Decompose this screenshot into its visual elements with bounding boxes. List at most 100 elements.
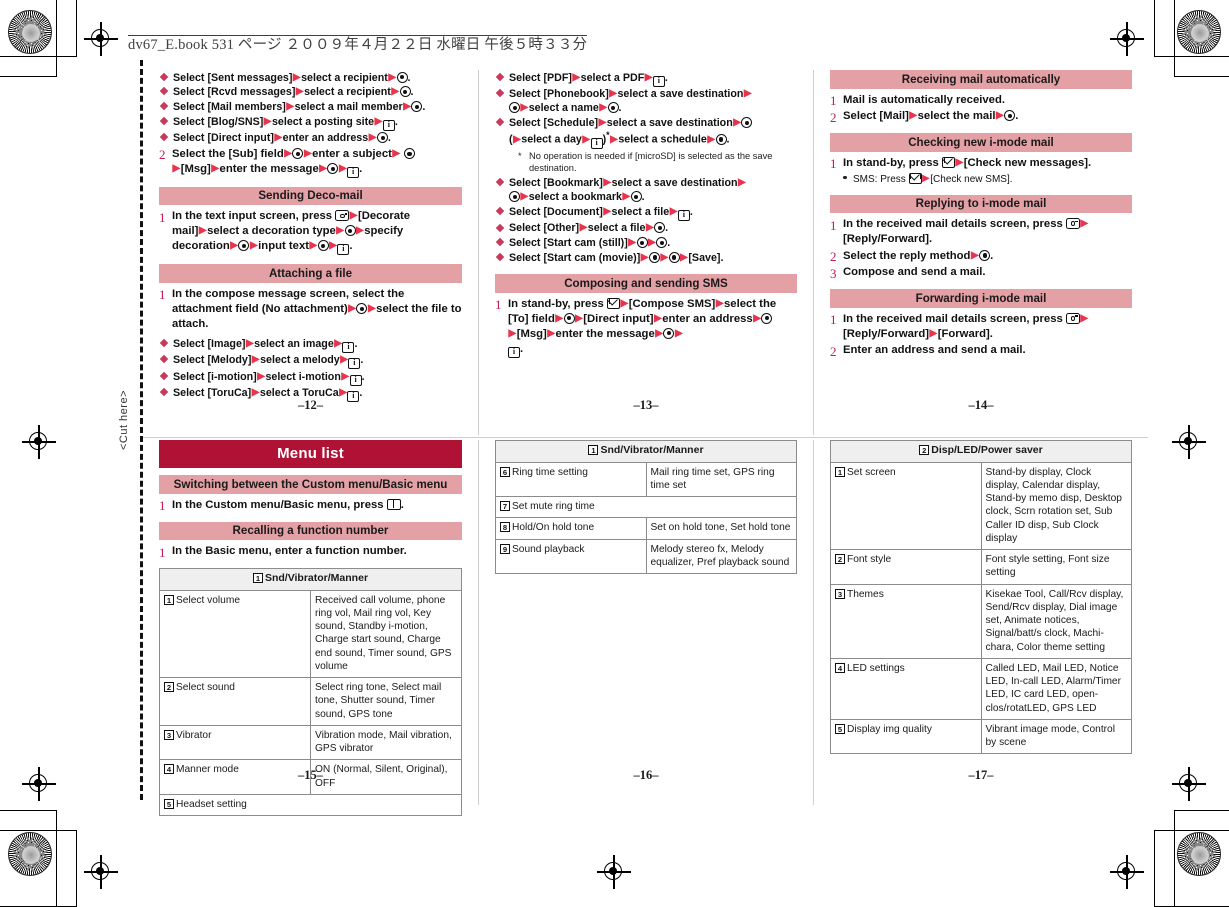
table-cell-key: 9 Sound playback (495, 538, 647, 575)
table-row: 9 Sound playback Melody stereo fx, Melody… (495, 538, 797, 575)
arrow-icon: ▶ (251, 354, 260, 366)
table-cell-value: Vibrant image mode, Control by scene (980, 718, 1132, 755)
arrow-icon: ▶ (640, 251, 649, 263)
bullet-start-cam-movie: Select [Start cam (movie)]▶ ▶ ▶[Save]. (495, 251, 797, 265)
arrow-icon: ▶ (644, 71, 653, 83)
select-key-icon (376, 132, 388, 144)
page-17: 2 Disp/LED/Power saver 1 Set screen Stand-… (813, 440, 1148, 805)
index-badge: 2 (164, 682, 174, 693)
table-row: 2 Font style Font style setting, Font siz… (830, 549, 1132, 585)
bullet-select-imotion: Select [i-motion]▶select i-motion▶ i. (159, 370, 462, 386)
index-badge: 2 (919, 445, 930, 455)
page-12: Select [Sent messages]▶select a recipien… (143, 70, 478, 435)
arrow-icon: ▶ (669, 205, 678, 217)
diamond-bullet-icon (495, 72, 505, 81)
step-number: 3 (830, 265, 837, 281)
arrow-icon: ▶ (922, 172, 930, 184)
arrow-icon: ▶ (340, 354, 348, 366)
table-cell-value: Stand-by display, Clock display, Calenda… (980, 461, 1132, 551)
select-key-icon (509, 102, 520, 114)
step-number: 1 (159, 544, 166, 560)
step-number: 1 (830, 156, 837, 172)
bullet-select-melody: Select [Melody]▶select a melody▶ i. (159, 353, 462, 370)
camera-key-icon (1065, 312, 1080, 324)
diamond-bullet-icon (159, 116, 169, 126)
table-cell-key-full: 5 Headset setting (159, 793, 462, 817)
menu-table-disp-led-power-saver: 2 Disp/LED/Power saver 1 Set screen Stand-… (830, 440, 1132, 755)
table-cell-value: Received call volume, phone ring vol, Ma… (310, 589, 462, 679)
heading-sending-deco-mail: Sending Deco-mail (159, 186, 462, 206)
step-compose-sms: 1 In stand-by, press ▶[Compose SMS]▶sele… (495, 297, 777, 358)
arrow-icon: ▶ (303, 147, 312, 159)
table-row: 8 Hold/On hold tone Set on hold tone, Set… (495, 517, 797, 540)
index-badge: 1 (252, 573, 263, 584)
select-key-icon (396, 71, 408, 83)
info-key-icon: i (342, 341, 355, 353)
step-recall-function-number: 1 In the Basic menu, enter a function nu… (159, 544, 407, 560)
print-sheet: dv67_E.book 531 ページ ２００９年４月２２日 水曜日 午後５時３… (0, 0, 1229, 907)
arrow-icon: ▶ (995, 110, 1004, 122)
arrow-icon: ▶ (955, 156, 964, 168)
arrow-icon: ▶ (970, 249, 979, 261)
registration-mark-bottom-right (1172, 767, 1206, 801)
heading-recalling-function-number: Recalling a function number (159, 521, 462, 541)
arrow-icon: ▶ (284, 147, 292, 159)
bullet-select-bookmark: Select [Bookmark]▶select a save destinat… (495, 176, 797, 204)
select-key-icon (1004, 110, 1016, 122)
step-check-new-messages: 1 In stand-by, press ▶[Check new message… (830, 156, 1092, 172)
table-cell-value: Vibration mode, Mail vibration, GPS vibr… (310, 724, 462, 761)
table-header-row: 1 Snd/Vibrator/Manner (159, 568, 462, 591)
arrow-icon: ▶ (198, 225, 207, 237)
arrow-icon: ▶ (575, 312, 583, 324)
step-number: 1 (830, 93, 837, 108)
arrow-icon: ▶ (603, 205, 612, 217)
arrow-icon: ▶ (555, 312, 564, 324)
arrow-icon: ▶ (336, 225, 344, 237)
menu-key-icon (386, 498, 401, 510)
arrow-icon: ▶ (715, 297, 724, 309)
mail-key-icon (606, 297, 620, 309)
arrow-icon: ▶ (211, 162, 220, 174)
step-reply-open-menu: 1 In the received mail details screen, p… (830, 217, 1089, 246)
select-key-icon (761, 312, 773, 324)
mail-key-icon (908, 172, 922, 184)
trim-corner-top-left-2 (0, 0, 57, 77)
diamond-bullet-icon (495, 238, 505, 247)
bullet-select-document: Select [Document]▶select a file▶ i. (495, 205, 797, 221)
arrow-icon: ▶ (909, 110, 918, 122)
camera-key-icon (1065, 218, 1080, 230)
page-14: Receiving mail automatically 1 Mail is a… (813, 70, 1148, 435)
table-title-cell: 1 Snd/Vibrator/Manner (159, 568, 462, 591)
page-number-16: –16– (633, 768, 659, 782)
arrow-icon: ▶ (391, 86, 400, 98)
arrow-icon: ▶ (245, 337, 254, 349)
diamond-bullet-icon (495, 223, 505, 232)
diamond-bullet-icon (159, 133, 169, 142)
table-cell-key: 5 Display img quality (830, 718, 982, 755)
arrow-icon: ▶ (403, 100, 411, 112)
arrow-icon: ▶ (599, 102, 608, 114)
index-badge: 1 (588, 445, 599, 455)
diamond-bullet-icon (159, 101, 169, 111)
select-key-icon (654, 222, 666, 234)
step-compose-send-mail: 3 Compose and send a mail. (830, 265, 986, 281)
arrow-icon: ▶ (172, 162, 181, 174)
info-key-icon: i (590, 137, 603, 149)
index-badge: 5 (835, 723, 845, 734)
bullet-sent-messages: Select [Sent messages]▶select a recipien… (159, 71, 462, 85)
table-row: 7 Set mute ring time (495, 496, 797, 519)
page-15: Menu list Switching between the Custom m… (143, 440, 478, 817)
step-number: 2 (159, 147, 166, 163)
arrow-icon: ▶ (707, 133, 716, 145)
diamond-bullet-icon (495, 252, 505, 262)
page-number-15: –15– (298, 768, 323, 782)
heading-checking-new-imode-mail: Checking new i-mode mail (830, 133, 1132, 152)
page-13: Select [PDF]▶select a PDF▶ i. Select [Pho… (478, 70, 813, 435)
arrow-icon: ▶ (520, 191, 529, 203)
page-number-12: –12– (298, 398, 323, 412)
arrow-icon: ▶ (230, 240, 238, 252)
registration-mark-bottom-center (597, 855, 631, 889)
select-key-icon (636, 237, 648, 249)
index-badge: 2 (835, 554, 845, 565)
arrow-icon: ▶ (319, 162, 327, 174)
